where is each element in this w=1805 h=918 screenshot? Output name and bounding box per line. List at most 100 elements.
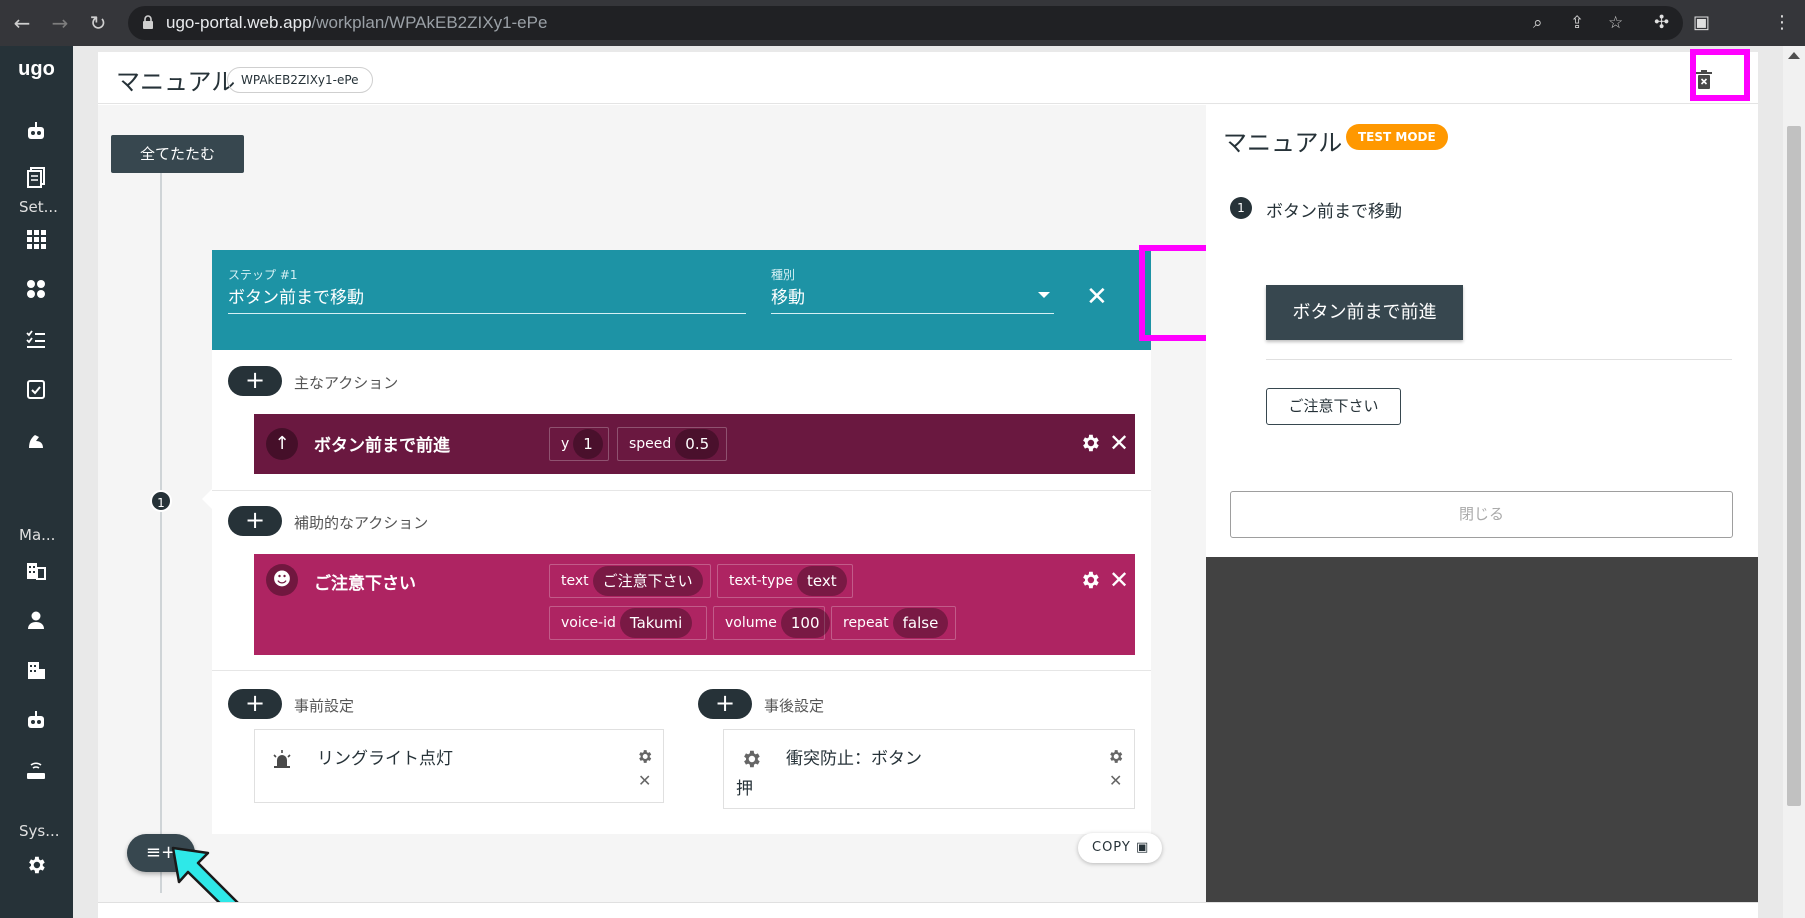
- sub-actions-label: 補助的なアクション: [294, 514, 429, 532]
- gears-icon: [744, 750, 760, 768]
- task-check-icon[interactable]: [25, 378, 47, 400]
- post-setting-label: 事後設定: [764, 697, 825, 715]
- pre-setting-item[interactable]: リングライト点灯 ✕: [254, 729, 664, 803]
- step-name-input[interactable]: ボタン前まで移動: [228, 283, 364, 308]
- divider: [1266, 359, 1732, 360]
- preview-sub-action-button[interactable]: ご注意下さい: [1266, 388, 1401, 425]
- preview-title: マニュアル: [1223, 129, 1343, 157]
- step-editor: 全てたたむ 1 ステップ #1 ボタン前まで移動 種別 移動 ✕ + 主なアクシ…: [98, 105, 1255, 918]
- close-icon[interactable]: ✕: [1109, 431, 1129, 455]
- company-icon[interactable]: [25, 659, 47, 681]
- add-sub-action-button[interactable]: +: [228, 506, 282, 536]
- workplan-id-chip[interactable]: WPAkEB2ZIXy1-ePe: [227, 67, 373, 93]
- preview-step-number: 1: [1230, 197, 1252, 219]
- preview-panel: マニュアル TEST MODE 1 ボタン前まで移動 ボタン前まで前進 ご注意下…: [1206, 105, 1758, 918]
- preview-video-area: [1206, 557, 1758, 918]
- zoom-icon[interactable]: ⌕: [1533, 14, 1543, 32]
- step-header: ステップ #1 ボタン前まで移動 種別 移動 ✕: [212, 250, 1151, 350]
- scroll-up-icon[interactable]: [1788, 52, 1800, 59]
- forward-icon[interactable]: →: [48, 11, 72, 35]
- browser-toolbar: ← → ↻ ugo-portal.web.app/workplan/WPAkEB…: [0, 0, 1805, 46]
- close-icon[interactable]: ✕: [638, 771, 651, 790]
- document-icon[interactable]: [25, 166, 47, 188]
- step-number-badge[interactable]: 1: [150, 490, 172, 512]
- gear-icon[interactable]: [25, 854, 47, 876]
- param-chip[interactable]: speed 0.5: [617, 427, 727, 461]
- siren-icon: [273, 750, 291, 768]
- person-icon[interactable]: [25, 609, 47, 631]
- divider: [212, 490, 1151, 491]
- menu-icon[interactable]: ⋮: [1773, 11, 1791, 35]
- sub-action-title: ご注意下さい: [314, 574, 416, 594]
- scrollbar[interactable]: [1783, 46, 1805, 918]
- gear-icon[interactable]: [1079, 432, 1101, 454]
- section-settings-label: Set...: [19, 198, 58, 216]
- step-name-label: ステップ #1: [228, 268, 298, 282]
- robot-manage-icon[interactable]: [25, 709, 47, 731]
- add-post-setting-button[interactable]: +: [698, 689, 752, 719]
- app-logo[interactable]: ugo: [0, 58, 73, 81]
- preview-step-name: ボタン前まで移動: [1266, 202, 1402, 222]
- param-chip[interactable]: voice-id Takumi: [549, 606, 707, 640]
- sidepanel-icon[interactable]: ▣: [1693, 11, 1710, 35]
- fan-icon[interactable]: [25, 278, 47, 300]
- lock-icon: [143, 15, 153, 29]
- collapse-all-button[interactable]: 全てたたむ: [111, 135, 244, 173]
- back-icon[interactable]: ←: [10, 11, 34, 35]
- url-text: ugo-portal.web.app/workplan/WPAkEB2ZIXy1…: [166, 13, 548, 32]
- close-icon[interactable]: ✕: [1109, 568, 1129, 592]
- card-header: マニュアル WPAkEB2ZIXy1-ePe: [98, 49, 1758, 104]
- main-actions-label: 主なアクション: [294, 374, 399, 392]
- post-setting-text: 衝突防止：ボタン: [786, 749, 922, 769]
- extensions-icon[interactable]: ✣: [1654, 11, 1669, 35]
- timeline-line: [160, 173, 162, 893]
- param-chip[interactable]: repeat false: [831, 606, 956, 640]
- close-step-icon[interactable]: ✕: [1086, 282, 1108, 312]
- arm-icon[interactable]: [25, 428, 47, 450]
- checklist-icon[interactable]: [25, 328, 47, 350]
- robot-icon[interactable]: [25, 120, 47, 142]
- param-chip[interactable]: volume 100: [713, 606, 830, 640]
- step-card: ステップ #1 ボタン前まで移動 種別 移動 ✕ + 主なアクション ↑ ボタン…: [212, 245, 1255, 834]
- param-chip[interactable]: text-type text: [717, 564, 853, 598]
- router-icon[interactable]: [25, 759, 47, 781]
- divider: [212, 670, 1151, 671]
- address-bar[interactable]: ugo-portal.web.app/workplan/WPAkEB2ZIXy1…: [128, 6, 1683, 40]
- param-chip[interactable]: text ご注意下さい: [549, 564, 711, 598]
- arrow-up-icon: ↑: [266, 428, 298, 460]
- pre-setting-label: 事前設定: [294, 697, 355, 715]
- param-chip[interactable]: y1: [549, 427, 609, 461]
- workplan-card: マニュアル WPAkEB2ZIXy1-ePe 全てたたむ 1 ステップ #1 ボ…: [98, 49, 1758, 918]
- add-main-action-button[interactable]: +: [228, 366, 282, 396]
- add-pre-setting-button[interactable]: +: [228, 689, 282, 719]
- gear-icon[interactable]: [1107, 748, 1124, 765]
- star-icon[interactable]: ☆: [1608, 14, 1623, 32]
- step-type-label: 種別: [771, 268, 796, 282]
- building-icon[interactable]: [25, 559, 47, 581]
- copy-button[interactable]: COPY ▣: [1078, 833, 1162, 863]
- post-setting-item[interactable]: 衝突防止：ボタン 押 ✕: [723, 729, 1135, 809]
- reload-icon[interactable]: ↻: [86, 11, 110, 35]
- gear-icon[interactable]: [1079, 569, 1101, 591]
- close-button[interactable]: 閉じる: [1230, 491, 1733, 538]
- close-icon[interactable]: ✕: [1109, 771, 1122, 790]
- post-setting-text-cont: 押: [736, 779, 753, 799]
- share-icon[interactable]: ⇪: [1570, 14, 1584, 32]
- step-name-underline: [228, 313, 746, 314]
- main-action-title: ボタン前まで前進: [314, 436, 450, 456]
- pre-setting-text: リングライト点灯: [317, 749, 453, 769]
- app-sidebar: ugo Set... Ma... Sys...: [0, 46, 73, 918]
- voice-icon: ☻: [266, 564, 298, 596]
- gear-icon[interactable]: [636, 748, 653, 765]
- main-action-card[interactable]: ↑ ボタン前まで前進 y1 speed 0.5 ✕: [254, 414, 1135, 474]
- page-title: マニュアル: [116, 68, 236, 96]
- sub-action-card[interactable]: ☻ ご注意下さい text ご注意下さい text-type text voice-…: [254, 554, 1135, 655]
- step-type-select[interactable]: 移動: [771, 283, 805, 308]
- bottom-strip: [98, 902, 1758, 918]
- step-type-underline: [771, 313, 1054, 314]
- section-system-label: Sys...: [19, 822, 60, 840]
- grid-icon[interactable]: [25, 228, 47, 250]
- scrollbar-thumb[interactable]: [1787, 126, 1801, 806]
- preview-action-button[interactable]: ボタン前まで前進: [1266, 285, 1463, 340]
- chevron-down-icon[interactable]: [1038, 292, 1050, 298]
